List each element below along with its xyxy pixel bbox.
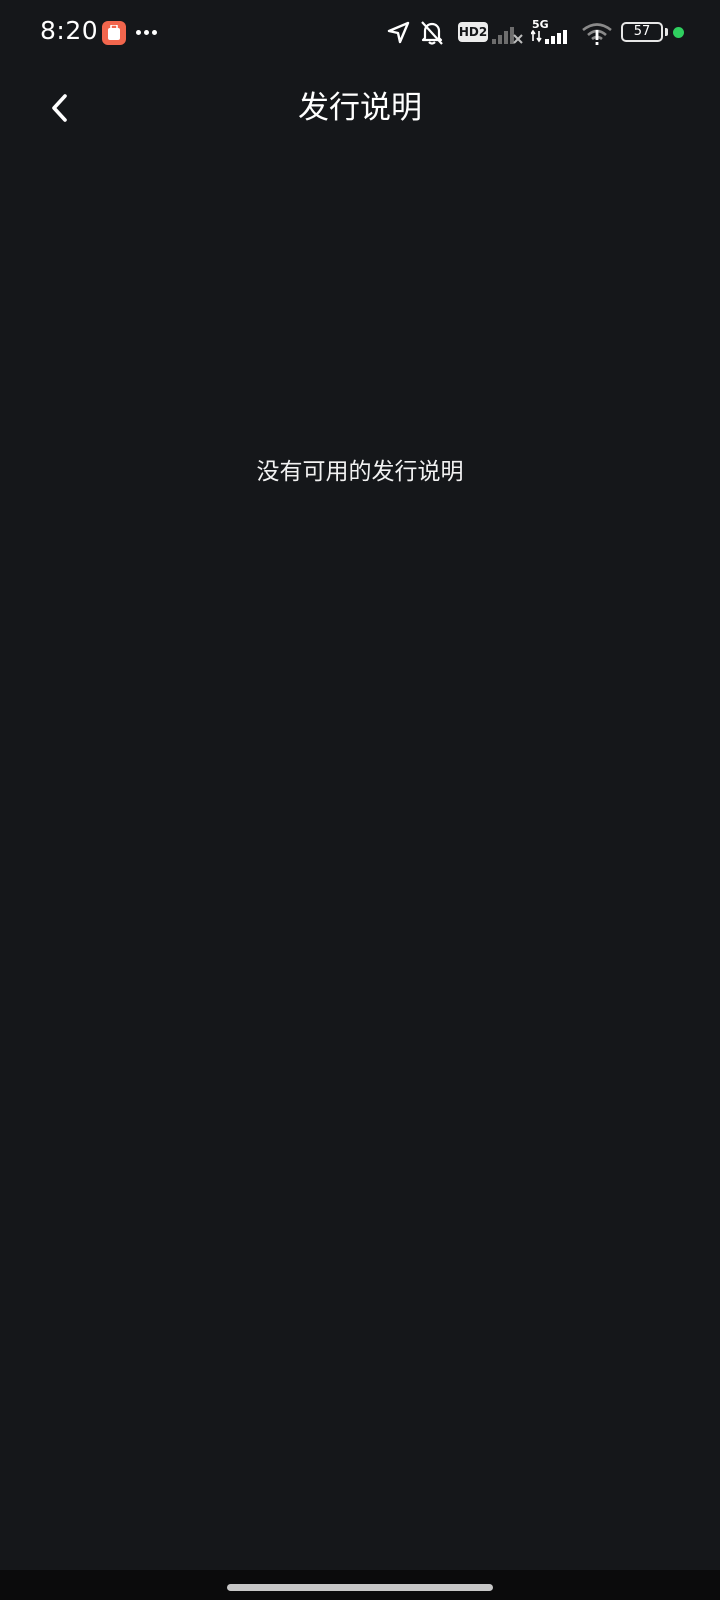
- status-time: 8:20: [40, 16, 99, 45]
- signal-bars-icon: [492, 27, 523, 44]
- privacy-indicator-dot: [673, 27, 684, 38]
- hd-voice-badge: HD2: [458, 22, 488, 42]
- signal-bars-icon: [531, 30, 567, 44]
- app-notification-icon: [102, 21, 126, 45]
- more-dots-icon: [136, 30, 158, 36]
- battery-percent: 57: [633, 24, 651, 39]
- wifi-icon: [582, 23, 612, 45]
- empty-state-message: 没有可用的发行说明: [256, 459, 464, 485]
- home-indicator[interactable]: [227, 1584, 493, 1591]
- page-title: 发行说明: [298, 90, 422, 126]
- status-bar: 8:20 HD2 5G 57: [0, 0, 720, 66]
- location-arrow-icon: [387, 21, 410, 44]
- battery-icon: 57: [621, 22, 663, 42]
- release-notes-screen: 8:20 HD2 5G 57 发行说明 没有可用的发行说明: [0, 0, 720, 1600]
- bell-muted-icon: [421, 21, 443, 45]
- battery-tip: [665, 28, 668, 36]
